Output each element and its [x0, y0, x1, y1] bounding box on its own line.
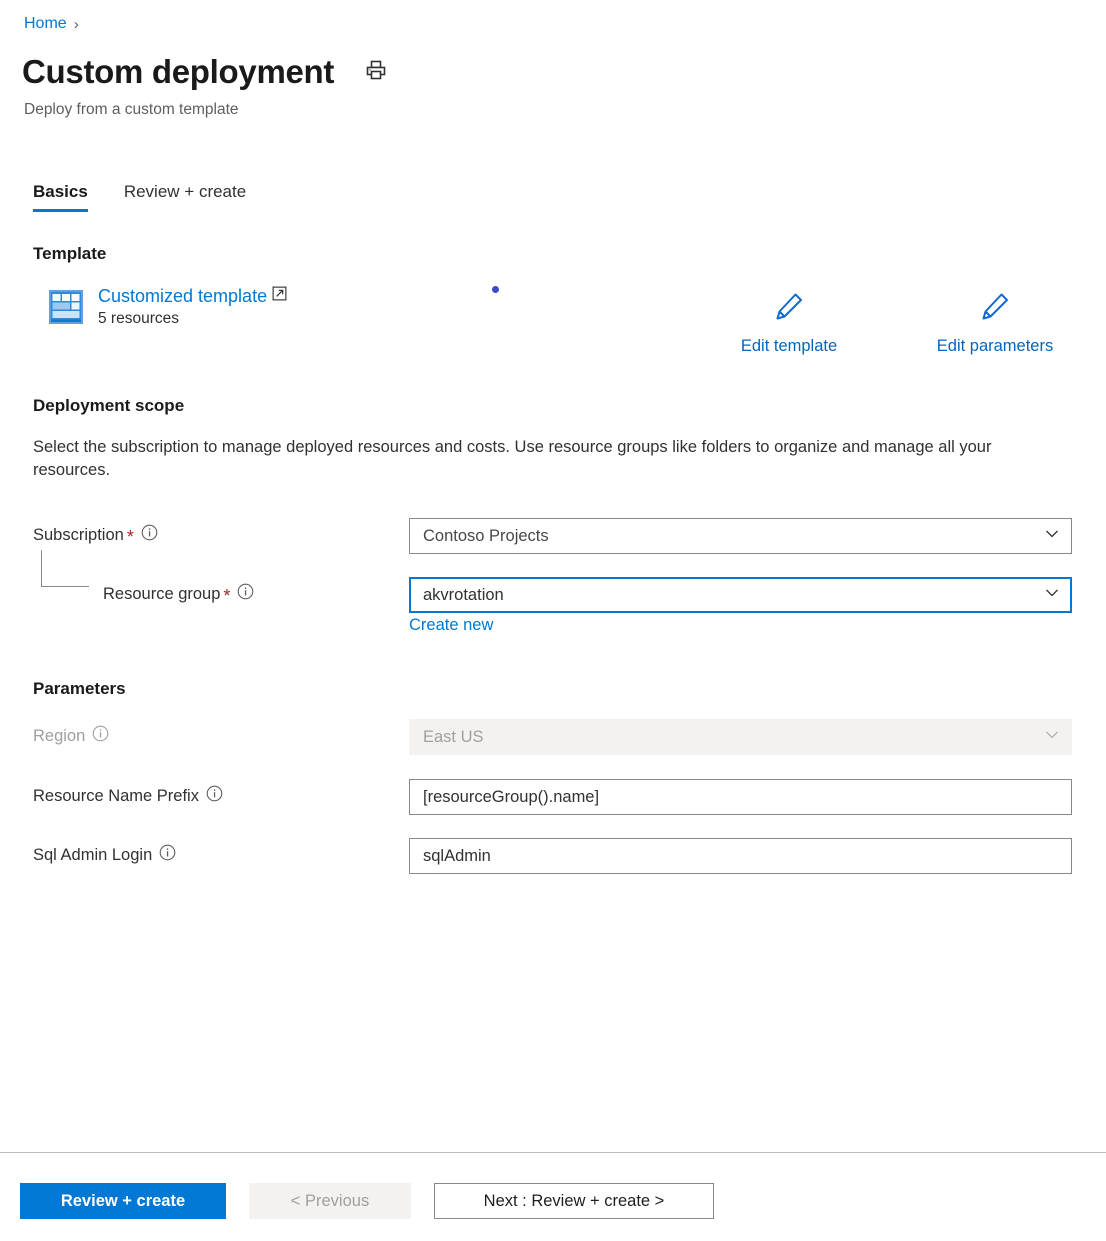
resource-name-prefix-label-text: Resource Name Prefix [33, 787, 199, 806]
resource-name-prefix-label-row: Resource Name Prefix [33, 785, 223, 807]
resource-group-label-text: Resource group [103, 585, 220, 604]
info-icon[interactable] [141, 524, 158, 546]
resource-name-prefix-input[interactable]: [resourceGroup().name] [409, 779, 1072, 815]
footer-divider [0, 1152, 1106, 1153]
region-label-row: Region [33, 725, 109, 747]
edit-template-label: Edit template [741, 337, 837, 356]
tab-list: Basics Review + create [33, 182, 246, 212]
resource-group-value: akvrotation [423, 586, 1035, 605]
region-label: Region [33, 725, 109, 747]
deployment-scope-heading: Deployment scope [33, 396, 184, 416]
edit-parameters-button[interactable]: Edit parameters [920, 290, 1070, 356]
parameters-section-heading: Parameters [33, 679, 126, 699]
template-grid-icon [48, 289, 84, 330]
sql-admin-login-value: sqlAdmin [423, 847, 1061, 866]
chevron-down-icon [1043, 726, 1061, 749]
selection-dot-marker [492, 286, 499, 293]
required-asterisk: * [127, 528, 134, 546]
subscription-value: Contoso Projects [423, 527, 1035, 546]
resource-group-dropdown[interactable]: akvrotation [409, 577, 1072, 613]
resource-group-label: Resource group * [103, 583, 254, 605]
page-header: Custom deployment [22, 54, 388, 90]
tab-basics[interactable]: Basics [33, 182, 88, 212]
page-title: Custom deployment [22, 54, 334, 90]
next-review-create-button[interactable]: Next : Review + create > [434, 1183, 714, 1219]
region-dropdown: East US [409, 719, 1072, 755]
region-value: East US [423, 728, 1035, 747]
pencil-icon [772, 290, 806, 329]
chevron-down-icon[interactable] [1043, 525, 1061, 548]
tab-review-create[interactable]: Review + create [124, 182, 246, 212]
pencil-icon [978, 290, 1012, 329]
info-icon[interactable] [159, 844, 176, 866]
template-edit-actions: Edit template Edit parameters [714, 290, 1070, 356]
subscription-dropdown[interactable]: Contoso Projects [409, 518, 1072, 554]
required-asterisk: * [223, 587, 230, 605]
customized-template-link[interactable]: Customized template [98, 285, 267, 308]
subscription-label-text: Subscription [33, 526, 124, 545]
breadcrumb-separator-icon: › [74, 16, 79, 33]
breadcrumb-item-home[interactable]: Home [24, 15, 67, 33]
sql-admin-login-label: Sql Admin Login [33, 844, 176, 866]
edit-template-button[interactable]: Edit template [714, 290, 864, 356]
chevron-down-icon[interactable] [1043, 584, 1061, 607]
deployment-scope-description: Select the subscription to manage deploy… [33, 436, 1033, 483]
footer-actions: Review + create < Previous Next : Review… [20, 1183, 714, 1219]
sql-admin-login-label-row: Sql Admin Login [33, 844, 176, 866]
template-summary: Customized template 5 resources [48, 285, 287, 330]
create-new-resource-group-link[interactable]: Create new [409, 616, 493, 635]
sql-admin-login-label-text: Sql Admin Login [33, 846, 152, 865]
template-section-heading: Template [33, 244, 106, 264]
resource-name-prefix-label: Resource Name Prefix [33, 785, 223, 807]
info-icon[interactable] [92, 725, 109, 747]
info-icon[interactable] [237, 583, 254, 605]
subscription-label-row: Subscription * [33, 524, 158, 546]
print-icon[interactable] [364, 58, 388, 87]
resource-group-label-row: Resource group * [103, 583, 254, 605]
resource-name-prefix-value: [resourceGroup().name] [423, 788, 1061, 807]
subscription-label: Subscription * [33, 524, 158, 546]
region-label-text: Region [33, 727, 85, 746]
template-resource-count: 5 resources [98, 310, 287, 328]
breadcrumb: Home › [24, 15, 79, 33]
page-subtitle: Deploy from a custom template [24, 101, 239, 119]
info-icon[interactable] [206, 785, 223, 807]
previous-button: < Previous [249, 1183, 411, 1219]
sql-admin-login-input[interactable]: sqlAdmin [409, 838, 1072, 874]
external-link-icon[interactable] [272, 286, 287, 306]
review-create-button[interactable]: Review + create [20, 1183, 226, 1219]
scope-tree-connector [41, 550, 89, 587]
edit-parameters-label: Edit parameters [937, 337, 1053, 356]
